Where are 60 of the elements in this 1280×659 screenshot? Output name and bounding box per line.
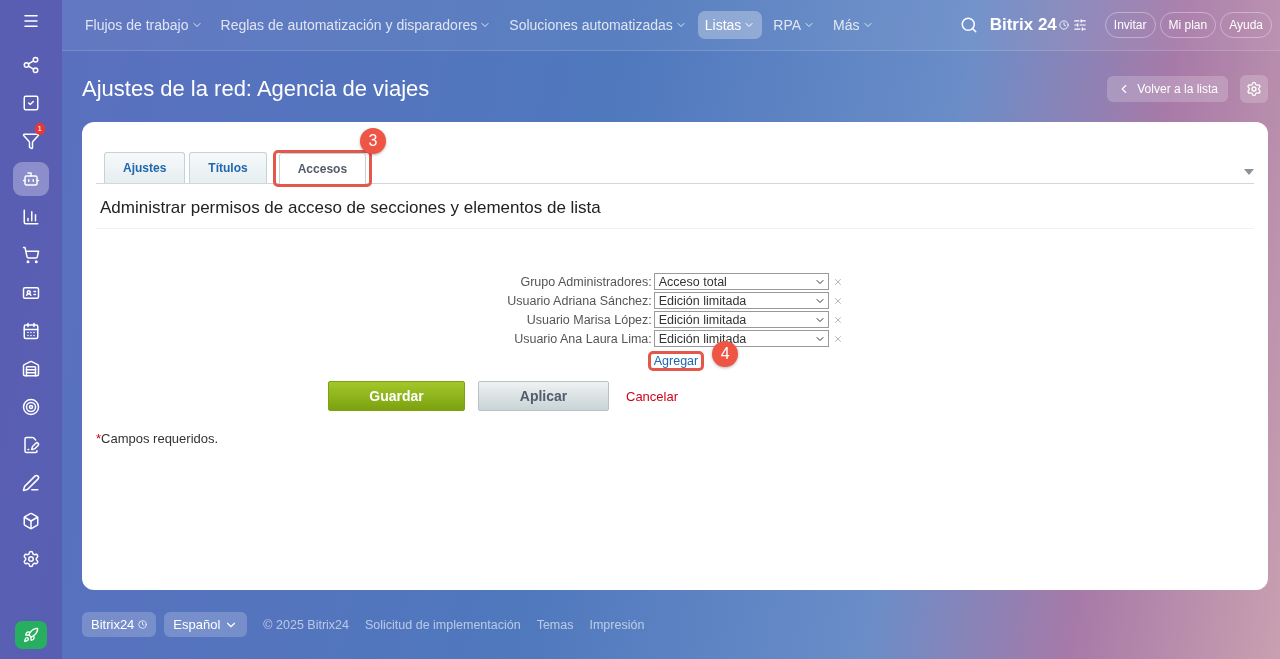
warehouse-icon — [22, 360, 40, 378]
cancel-link[interactable]: Cancelar — [626, 388, 679, 404]
target-icon — [22, 398, 40, 416]
language-select[interactable]: Español — [164, 612, 248, 637]
tab[interactable]: Títulos — [189, 152, 267, 183]
permission-label: Grupo Administradores: — [519, 274, 653, 289]
permission-label: Usuario Adriana Sánchez: — [507, 293, 653, 308]
menu-icon — [22, 12, 40, 30]
calendar-icon — [22, 322, 40, 340]
pen-icon — [22, 474, 40, 492]
collapse-caret-icon[interactable] — [1244, 169, 1254, 175]
add-link[interactable]: Agregar — [653, 354, 699, 368]
footer-link[interactable]: Temas — [536, 617, 574, 632]
box-icon — [22, 512, 40, 530]
settings-icon — [1246, 81, 1262, 97]
nav-item[interactable]: Reglas de automatización y disparadores — [213, 11, 499, 39]
rocket-icon — [23, 627, 39, 643]
footer-link[interactable]: Impresión — [589, 617, 645, 632]
required-note: *Campos requeridos. — [96, 431, 220, 446]
cart-icon — [22, 246, 40, 264]
footer-link[interactable]: Solicitud de implementación — [365, 617, 521, 632]
permission-label: Usuario Marisa López: — [525, 312, 653, 327]
page-title: Ajustes de la red: Agencia de viajes — [82, 76, 431, 102]
document-icon — [22, 436, 40, 454]
save-button[interactable]: Guardar — [328, 381, 465, 411]
brand-button[interactable]: Bitrix24 — [82, 612, 157, 637]
permission-label: Usuario Ana Laura Lima: — [513, 331, 653, 346]
nav-item[interactable]: Flujos de trabajo — [78, 11, 210, 39]
bar-chart-icon — [22, 208, 40, 226]
sidebar-item[interactable] — [13, 162, 49, 196]
nav-item[interactable]: Listas — [697, 11, 763, 39]
notification-badge: 1 — [34, 123, 45, 135]
search-icon — [959, 16, 978, 34]
clock-icon — [1058, 20, 1069, 30]
sidebar-item[interactable]: 1 — [13, 124, 49, 158]
apply-button[interactable]: Aplicar — [478, 381, 609, 411]
checkbox-icon — [22, 94, 40, 112]
nav-item[interactable]: Soluciones automatizadas — [502, 11, 694, 39]
access-select[interactable]: Acceso total — [653, 273, 829, 290]
robot-icon — [22, 170, 40, 188]
id-card-icon — [22, 284, 40, 302]
copyright: © 2025 Bitrix24 — [263, 617, 349, 632]
step-number: 3 — [360, 128, 387, 154]
filter-icon — [22, 132, 40, 150]
rocket-button[interactable] — [15, 621, 47, 649]
section-title: Administrar permisos de acceso de secciones y elementos de lista — [96, 184, 1254, 229]
back-button[interactable]: Volver a la lista — [1107, 76, 1228, 102]
share-icon — [22, 56, 40, 74]
settings-button[interactable] — [1240, 75, 1268, 103]
sliders-icon — [1072, 18, 1087, 32]
nav-item[interactable]: Más — [826, 11, 881, 39]
clock-icon — [138, 620, 148, 629]
tab[interactable]: Ajustes — [104, 152, 186, 183]
access-select[interactable]: Edición limitada — [653, 311, 829, 328]
settings-icon — [22, 550, 40, 568]
tab[interactable]: Accesos — [278, 153, 367, 184]
nav-item[interactable]: RPA — [766, 11, 823, 39]
logo[interactable]: Bitrix 24 — [989, 15, 1069, 35]
access-select[interactable]: Edición limitada — [653, 292, 829, 309]
access-select[interactable]: Edición limitada — [653, 330, 829, 347]
